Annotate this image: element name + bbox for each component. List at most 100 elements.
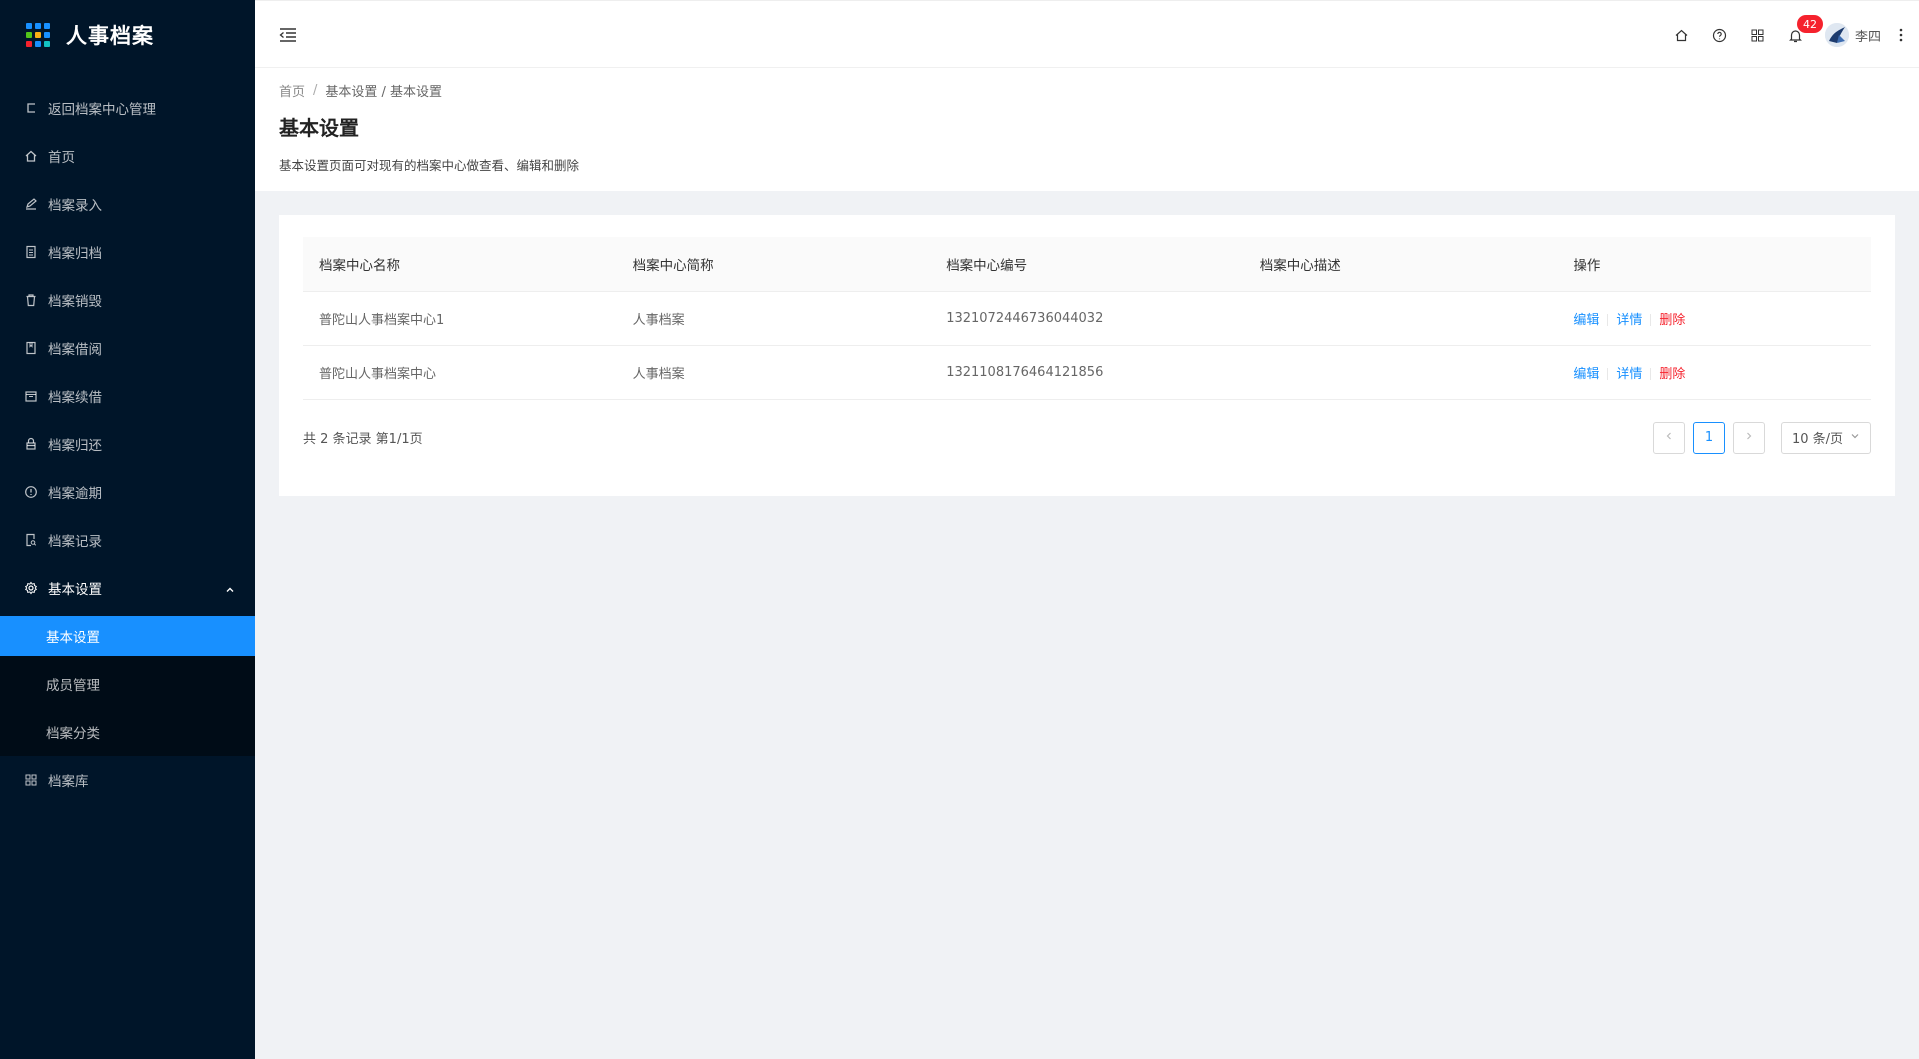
cell-name: 普陀山人事档案中心1 <box>303 291 617 346</box>
sidebar-item-archive-entry[interactable]: 档案录入 <box>0 180 255 228</box>
gear-icon <box>24 581 38 595</box>
table-footer: 共 2 条记录 第1/1页 1 10 条/页 <box>303 421 1871 454</box>
cell-desc <box>1243 345 1558 400</box>
breadcrumb-separator: / <box>313 83 318 98</box>
chevron-right-icon <box>1744 430 1754 445</box>
sidebar-item-label: 档案逾期 <box>48 486 102 502</box>
sidebar-item-archive-records[interactable]: 档案记录 <box>0 516 255 564</box>
page-size-value: 10 条/页 <box>1792 432 1844 447</box>
sidebar-item-label: 档案归档 <box>48 246 102 262</box>
sidebar-item-archive-library[interactable]: 档案库 <box>0 756 255 804</box>
apps-grid-icon <box>26 23 50 47</box>
cell-short: 人事档案 <box>616 291 931 346</box>
chevron-left-icon <box>1664 430 1674 445</box>
sidebar-item-label: 档案录入 <box>48 198 102 214</box>
action-divider <box>1650 368 1652 380</box>
archive-center-table: 档案中心名称 档案中心简称 档案中心编号 档案中心描述 操作 普陀山人事档案中心… <box>303 237 1871 400</box>
detail-link[interactable]: 详情 <box>1616 313 1642 328</box>
more-vertical-icon[interactable] <box>1891 1 1911 69</box>
sidebar-item-label: 档案分类 <box>46 726 100 742</box>
sidebar-item-label: 首页 <box>48 150 75 166</box>
cell-code: 1321072446736044032 <box>930 291 1244 346</box>
notification-bell-icon[interactable]: 42 <box>1777 1 1823 69</box>
avatar <box>1824 23 1849 47</box>
cell-code: 1321108176464121856 <box>930 345 1244 400</box>
calendar-icon <box>24 389 38 403</box>
edit-link[interactable]: 编辑 <box>1573 313 1599 328</box>
detail-link[interactable]: 详情 <box>1616 367 1642 382</box>
sidebar-item-label: 档案借阅 <box>48 342 102 358</box>
help-icon[interactable] <box>1701 1 1739 69</box>
logo-dot <box>44 41 50 47</box>
chevron-down-icon <box>1850 430 1860 445</box>
cell-name: 普陀山人事档案中心 <box>303 345 617 400</box>
sidebar-subitem-basic-settings[interactable]: 基本设置 <box>0 616 255 656</box>
logo-dot <box>35 23 41 29</box>
edit-link[interactable]: 编辑 <box>1573 367 1599 382</box>
page-size-select[interactable]: 10 条/页 <box>1781 421 1871 454</box>
sidebar-subitem-archive-category[interactable]: 档案分类 <box>0 708 255 756</box>
home-icon[interactable] <box>1663 1 1701 69</box>
home-icon <box>24 149 38 163</box>
logo-dot <box>35 41 41 47</box>
app-title: 人事档案 <box>66 24 154 48</box>
username: 李四 <box>1854 29 1881 45</box>
prev-page-button[interactable] <box>1653 421 1685 454</box>
sidebar-subitem-member-management[interactable]: 成员管理 <box>0 660 255 708</box>
column-header-short: 档案中心简称 <box>616 237 931 292</box>
cell-actions: 编辑 详情 删除 <box>1557 345 1871 400</box>
chevron-up-icon <box>225 583 235 593</box>
page-title: 基本设置 <box>279 116 359 140</box>
sidebar-item-archive-borrow[interactable]: 档案借阅 <box>0 324 255 372</box>
column-header-desc: 档案中心描述 <box>1243 237 1558 292</box>
page-number-button[interactable]: 1 <box>1693 421 1725 454</box>
menu-fold-icon[interactable] <box>279 27 297 43</box>
logo-dot <box>26 23 32 29</box>
header-actions: 42 李四 <box>1663 1 1911 69</box>
breadcrumb-home[interactable]: 首页 <box>279 81 305 100</box>
record-summary: 共 2 条记录 第1/1页 <box>303 432 423 447</box>
cell-short: 人事档案 <box>616 345 931 400</box>
cell-actions: 编辑 详情 删除 <box>1557 291 1871 346</box>
sidebar-item-archive-destroy[interactable]: 档案销毁 <box>0 276 255 324</box>
next-page-button[interactable] <box>1733 421 1765 454</box>
file-search-icon <box>24 533 38 547</box>
table-row: 普陀山人事档案中心 人事档案 1321108176464121856 编辑 详情 删… <box>303 345 1871 400</box>
sidebar-item-label: 档案库 <box>48 774 89 790</box>
delete-icon <box>24 293 38 307</box>
exclamation-circle-icon <box>24 485 38 499</box>
app-logo[interactable]: 人事档案 <box>0 0 255 70</box>
action-divider <box>1650 314 1652 326</box>
sidebar-item-label: 档案续借 <box>48 390 102 406</box>
user-menu[interactable]: 李四 <box>1824 23 1881 47</box>
appstore-icon <box>24 773 38 787</box>
page-header: 首页 / 基本设置 / 基本设置 基本设置 基本设置页面可对现有的档案中心做查看… <box>255 68 1919 191</box>
notification-badge: 42 <box>1796 15 1823 33</box>
content-card: 档案中心名称 档案中心简称 档案中心编号 档案中心描述 操作 普陀山人事档案中心… <box>279 215 1895 496</box>
column-header-code: 档案中心编号 <box>930 237 1244 292</box>
sidebar-item-archive-return[interactable]: 档案归还 <box>0 420 255 468</box>
delete-link[interactable]: 删除 <box>1659 313 1685 328</box>
edit-icon <box>24 197 38 211</box>
sidebar-item-archive-renew[interactable]: 档案续借 <box>0 372 255 420</box>
sidebar-item-label: 档案归还 <box>48 438 102 454</box>
sidebar-item-settings[interactable]: 基本设置 <box>0 564 255 612</box>
logo-dot <box>44 23 50 29</box>
sidebar-item-label: 基本设置 <box>46 630 100 646</box>
sidebar-item-return[interactable]: 返回档案中心管理 <box>0 84 255 132</box>
table-header-row: 档案中心名称 档案中心简称 档案中心编号 档案中心描述 操作 <box>303 237 1871 292</box>
sidebar: 人事档案 返回档案中心管理 首页 档案录入 档案归档 档案销毁 档案借阅 档案续… <box>0 0 255 1059</box>
pagination: 1 10 条/页 <box>1645 421 1871 454</box>
sidebar-item-label: 档案记录 <box>48 534 102 550</box>
sidebar-item-archive-overdue[interactable]: 档案逾期 <box>0 468 255 516</box>
file-icon <box>24 245 38 259</box>
delete-link[interactable]: 删除 <box>1659 367 1685 382</box>
column-header-actions: 操作 <box>1557 237 1871 292</box>
column-header-name: 档案中心名称 <box>303 237 617 292</box>
appstore-icon[interactable] <box>1739 1 1777 69</box>
breadcrumb: 首页 / 基本设置 / 基本设置 <box>279 81 1895 100</box>
sidebar-item-archive-filing[interactable]: 档案归档 <box>0 228 255 276</box>
sidebar-item-home[interactable]: 首页 <box>0 132 255 180</box>
top-header: 42 李四 <box>255 0 1919 68</box>
sidebar-menu: 返回档案中心管理 首页 档案录入 档案归档 档案销毁 档案借阅 档案续借 档案归… <box>0 84 255 804</box>
